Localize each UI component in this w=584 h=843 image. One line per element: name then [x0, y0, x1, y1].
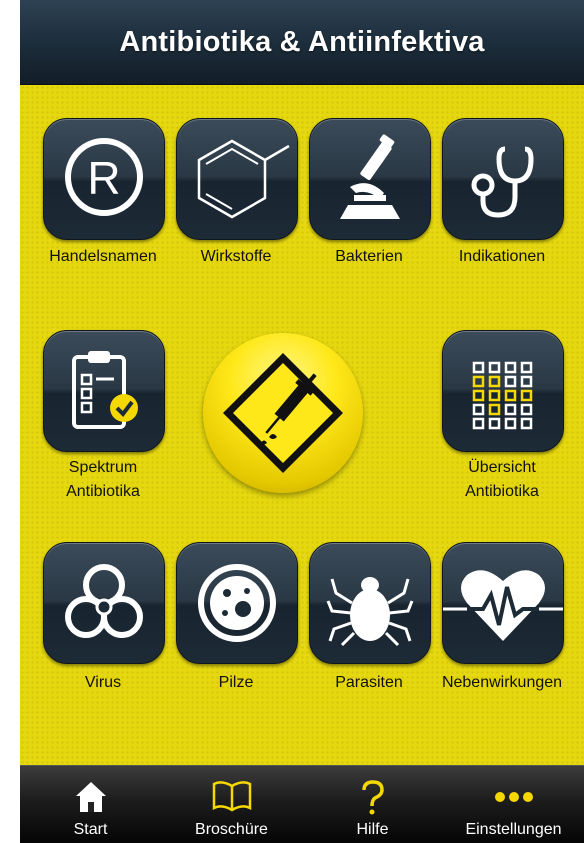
- spektrum-label-line2: Antibiotika: [66, 483, 140, 500]
- uebersicht-antibiotika-label: Übersicht Antibiotika: [427, 456, 577, 504]
- grid-matrix-icon: [472, 361, 533, 430]
- nebenwirkungen-label: Nebenwirkungen: [441, 674, 563, 691]
- petri-dish-icon: [198, 564, 276, 642]
- main-grid: R Handelsnamen Wirkstoffe Bakterien Indi…: [20, 85, 584, 765]
- registered-trademark-icon: R: [65, 138, 143, 216]
- uebersicht-label-line1: Übersicht: [468, 459, 536, 476]
- parasiten-label: Parasiten: [335, 674, 403, 691]
- virus-button[interactable]: [43, 542, 165, 664]
- header-bar: Antibiotika & Antiinfektiva: [20, 0, 584, 85]
- parasiten-button[interactable]: [309, 542, 431, 664]
- spektrum-antibiotika-label: Spektrum Antibiotika: [28, 456, 178, 504]
- handelsnamen-button[interactable]: R: [43, 118, 165, 240]
- uebersicht-label-line2: Antibiotika: [465, 483, 539, 500]
- injection-warning-sign-icon: [223, 353, 343, 473]
- bakterien-button[interactable]: [309, 118, 431, 240]
- tab-hilfe[interactable]: Hilfe: [302, 766, 443, 843]
- biohazard-icon: [65, 564, 143, 638]
- app-screen: Antibiotika & Antiinfektiva R Handelsnam…: [20, 0, 584, 843]
- tab-broschuere[interactable]: Broschüre: [161, 766, 302, 843]
- nebenwirkungen-button[interactable]: [442, 542, 564, 664]
- clipboard-checklist-icon: [72, 351, 138, 429]
- home-icon: [75, 782, 106, 812]
- tab-hilfe-label: Hilfe: [356, 821, 389, 838]
- tab-start-label: Start: [73, 821, 108, 838]
- tick-parasite-icon: [326, 577, 414, 647]
- tab-einstellungen[interactable]: Einstellungen: [443, 766, 584, 843]
- uebersicht-antibiotika-button[interactable]: [442, 330, 564, 452]
- handelsnamen-label: Handelsnamen: [49, 248, 157, 265]
- bakterien-label: Bakterien: [335, 248, 403, 265]
- tab-broschuere-label: Broschüre: [195, 821, 268, 838]
- center-warning-button[interactable]: [203, 333, 363, 493]
- virus-label: Virus: [84, 674, 122, 691]
- more-dots-icon: [494, 792, 533, 802]
- benzene-ring-icon: [197, 139, 290, 219]
- indikationen-label: Indikationen: [458, 248, 546, 265]
- svg-text:R: R: [87, 152, 120, 204]
- stethoscope-icon: [471, 146, 534, 218]
- wirkstoffe-button[interactable]: [176, 118, 298, 240]
- spektrum-label-line1: Spektrum: [68, 459, 138, 476]
- microscope-icon: [340, 134, 400, 219]
- heart-ecg-icon: [443, 570, 563, 641]
- tab-einstellungen-label: Einstellungen: [465, 821, 562, 838]
- pilze-button[interactable]: [176, 542, 298, 664]
- tab-start[interactable]: Start: [20, 766, 161, 843]
- wirkstoffe-label: Wirkstoffe: [200, 248, 272, 265]
- pilze-label: Pilze: [218, 674, 254, 691]
- tab-bar: Start Broschüre Hilfe Einstellungen: [20, 765, 584, 843]
- spektrum-antibiotika-button[interactable]: [43, 330, 165, 452]
- indikationen-button[interactable]: [442, 118, 564, 240]
- question-icon: [361, 780, 384, 815]
- book-icon: [212, 781, 251, 812]
- page-title: Antibiotika & Antiinfektiva: [119, 26, 485, 58]
